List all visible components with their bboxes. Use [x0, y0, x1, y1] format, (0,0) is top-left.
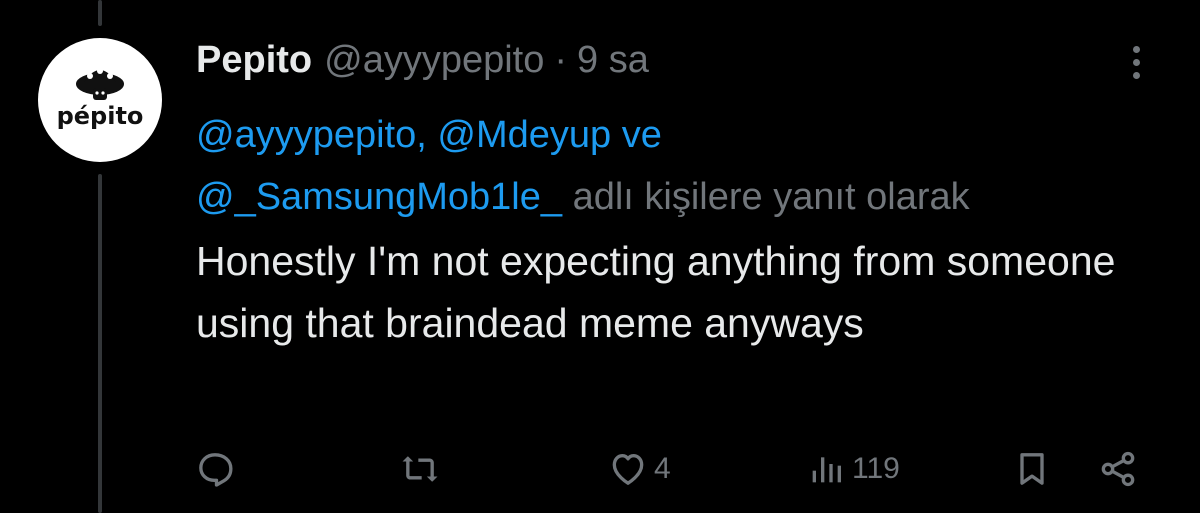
like-button[interactable]: 4 [608, 444, 671, 494]
action-bar: 4 119 [0, 444, 1200, 494]
retweet-button[interactable] [398, 444, 448, 494]
reply-context: @ayyypepito, @Mdeyup ve @_SamsungMob1le_… [196, 104, 1156, 228]
views-icon [812, 457, 841, 483]
reply-conjunction: ve [621, 114, 662, 156]
more-dot-icon [1132, 45, 1140, 53]
header-separator: · [554, 38, 568, 81]
mention-link[interactable]: @ayyypepito, [196, 114, 427, 156]
bookmark-button[interactable] [1012, 444, 1052, 494]
reply-button[interactable] [195, 444, 241, 494]
reply-context-suffix: adlı kişilere yanıt olarak [572, 176, 970, 218]
more-dot-icon [1132, 71, 1140, 79]
share-button[interactable] [1097, 444, 1139, 494]
tweet-text: Honestly I'm not expecting anything from… [196, 238, 1116, 346]
avatar[interactable]: pépito [38, 38, 162, 162]
like-count: 4 [654, 452, 671, 485]
views-button[interactable]: 119 [806, 444, 900, 494]
share-icon [1101, 451, 1135, 487]
thread-line-top [98, 0, 102, 26]
display-name[interactable]: Pepito [196, 39, 312, 82]
pepito-logo-icon: pépito [57, 68, 144, 130]
more-options-button[interactable] [1118, 40, 1154, 84]
bookmark-icon [1020, 453, 1044, 485]
mention-link[interactable]: @_SamsungMob1le_ [196, 176, 562, 218]
mention-link[interactable]: @Mdeyup [437, 114, 611, 156]
user-handle[interactable]: @ayyypepito [324, 39, 544, 82]
heart-icon [612, 454, 644, 485]
tweet-header: Pepito @ayyypepito · 9 sa [196, 37, 649, 83]
avatar-wordmark: pépito [57, 102, 144, 130]
tweet-timestamp[interactable]: 9 sa [577, 39, 649, 82]
retweet-icon [402, 456, 438, 482]
views-count: 119 [852, 452, 900, 485]
reply-icon [199, 453, 233, 487]
more-dot-icon [1132, 58, 1140, 66]
